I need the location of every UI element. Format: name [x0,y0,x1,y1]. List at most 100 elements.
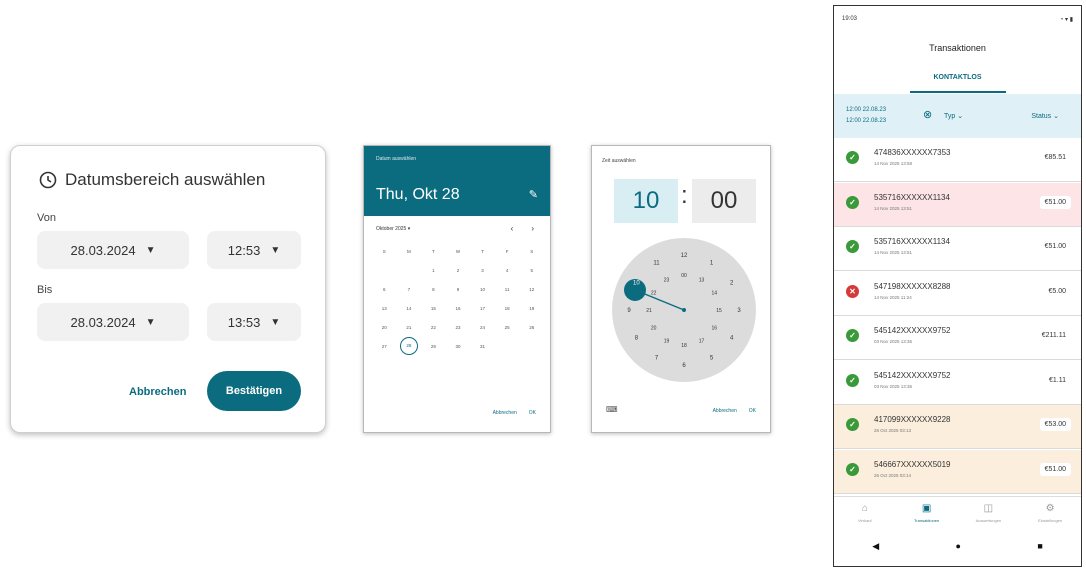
calendar-day[interactable]: 25 [495,322,520,333]
clock-number[interactable]: 19 [664,338,670,344]
transaction-row[interactable]: ✓ 417099XXXXXX9228 26 Oct 2025 03:13 €53.00 [834,405,1081,449]
calendar-day[interactable]: 20 [372,322,397,333]
clock-number[interactable]: 23 [664,278,670,284]
calendar-day[interactable]: 3 [470,265,495,276]
cancel-button[interactable]: Abbrechen [129,386,186,398]
month-select[interactable]: Oktober 2025 ▾ [376,226,410,232]
date-range-dialog: Datumsbereich auswählen Von 28.03.2024 ▼… [10,145,326,433]
transaction-amount: €85.51 [1039,151,1071,164]
filter-from: 12:00 22.08.23 [846,107,887,113]
calendar-day[interactable]: 29 [421,341,446,352]
calendar-day[interactable]: 21 [397,322,422,333]
calendar-day[interactable]: 16 [446,303,471,314]
clock-number[interactable]: 15 [716,308,722,314]
nav-einstellungen[interactable]: ⚙ Einstellungen [1021,497,1079,536]
transaction-row[interactable]: ✓ 545142XXXXXX9752 03 Nov 2025 13:36 €1.11 [834,360,1081,405]
nav-verkauf[interactable]: ⌂ Verkauf [836,497,894,536]
clock-number[interactable]: 18 [681,343,687,349]
chevron-down-icon: ▼ [270,244,281,256]
recents-icon[interactable]: ■ [1037,541,1042,552]
calendar-day[interactable]: 12 [519,284,544,295]
clock-number[interactable]: 10 [633,281,640,287]
clock-dial[interactable]: 121234567891011001314151617181920212223 [610,236,758,384]
edit-icon[interactable]: ✎ [529,188,538,201]
date-cancel-button[interactable]: Abbrechen [493,410,517,416]
clock-number[interactable]: 21 [646,308,652,314]
tab-kontaktlos[interactable]: KONTAKTLOS [834,74,1081,81]
nav-transaktionen[interactable]: ▣ Transaktionen [898,497,956,536]
calendar-day[interactable]: 26 [519,322,544,333]
status-filter[interactable]: Status ⌄ [1031,112,1059,120]
clock-number[interactable]: 22 [651,291,657,297]
calendar-day[interactable]: 19 [519,303,544,314]
type-filter[interactable]: Typ ⌄ [944,112,963,120]
tab-indicator [910,91,1006,93]
calendar-day[interactable]: 23 [446,322,471,333]
transaction-row[interactable]: ✓ 545142XXXXXX9752 03 Nov 2025 13:36 €211.1… [834,316,1081,360]
transaction-date: 03 Nov 2025 13:36 [874,383,913,389]
calendar-day[interactable]: 14 [397,303,422,314]
clear-filter-icon[interactable]: ⊗ [923,108,932,121]
calendar-day[interactable]: 28 [399,337,418,355]
transaction-amount: €211.11 [1036,329,1071,342]
calendar-day[interactable]: 30 [446,341,471,352]
calendar-day[interactable]: 11 [495,284,520,295]
calendar-day[interactable]: 1 [421,265,446,276]
calendar-day[interactable]: 13 [372,303,397,314]
clock-number[interactable]: 00 [681,273,687,279]
clock-number[interactable]: 11 [653,260,660,266]
success-icon: ✓ [846,329,859,342]
hour-field[interactable]: 10 [614,179,678,223]
calendar-day[interactable]: 4 [495,265,520,276]
calendar-empty [495,341,520,352]
to-date-select[interactable]: 28.03.2024 ▼ [37,303,189,341]
transaction-row[interactable]: ✓ 535716XXXXXX1134 14 Nov 2025 13:51 €51.00 [834,182,1081,227]
clock-number[interactable]: 17 [699,338,705,344]
calendar-day[interactable]: 6 [372,284,397,295]
keyboard-icon[interactable]: ⌨ [606,405,618,414]
transaction-row[interactable]: ✓ 474836XXXXXX7353 14 Nov 2025 13:58 €85.51 [834,138,1081,182]
transaction-row[interactable]: ✓ 546667XXXXXX5019 26 Oct 2025 03:14 €51.00 [834,449,1081,494]
home-icon: ⌂ [861,503,868,514]
calendar-day[interactable]: 7 [397,284,422,295]
calendar-day[interactable]: 15 [421,303,446,314]
calendar-day[interactable]: 31 [470,341,495,352]
date-ok-button[interactable]: OK [529,410,536,416]
clock-number[interactable]: 12 [681,253,688,259]
time-cancel-button[interactable]: Abbrechen [713,408,737,414]
transaction-amount: €1.11 [1044,373,1071,387]
weekday-label: S [382,249,386,254]
calendar-day[interactable]: 17 [470,303,495,314]
transactions-icon: ▣ [921,503,932,514]
confirm-button[interactable]: Bestätigen [207,371,301,411]
calendar-day[interactable]: 9 [446,284,471,295]
clock-number[interactable]: 16 [712,326,718,332]
clock-number[interactable]: 13 [699,278,705,284]
clock-number[interactable]: 14 [712,291,718,297]
calendar-day[interactable]: 22 [421,322,446,333]
from-date-select[interactable]: 28.03.2024 ▼ [37,231,189,269]
next-month-icon[interactable]: › [531,224,534,233]
calendar-day[interactable]: 27 [372,341,397,352]
back-icon[interactable]: ◀ [872,541,879,552]
calendar-day[interactable]: 8 [421,284,446,295]
clock-number[interactable]: 20 [651,326,657,332]
home-button-icon[interactable]: ● [956,541,961,552]
transaction-row[interactable]: ✓ 535716XXXXXX1134 14 Nov 2025 13:51 €51.00 [834,227,1081,271]
from-time-select[interactable]: 12:53 ▼ [207,231,301,269]
calendar-day[interactable]: 24 [470,322,495,333]
minute-field[interactable]: 00 [692,179,756,223]
calendar-day[interactable]: 18 [495,303,520,314]
selected-date: Thu, Okt 28 [376,186,460,203]
transaction-row[interactable]: ✕ 547198XXXXXX8288 14 Nov 2025 11:24 €5.00 [834,271,1081,316]
month-label: Oktober 2025 [376,226,407,232]
calendar-day[interactable]: 5 [519,265,544,276]
to-time-select[interactable]: 13:53 ▼ [207,303,301,341]
date-range-filter[interactable]: 12:00 22.08.23 12:00 22.08.23 [846,105,886,127]
calendar-day[interactable]: 2 [446,265,471,276]
prev-month-icon[interactable]: ‹ [511,224,514,233]
calendar-grid: S M T W T F S 1 2 3 4 5 6 7 8 9 10 11 12 13 14 15 16 17 18 19 20 21… [372,246,544,374]
time-ok-button[interactable]: OK [749,408,756,414]
calendar-day[interactable]: 10 [470,284,495,295]
nav-auswertungen[interactable]: ◫ Auswertungen [959,497,1017,536]
